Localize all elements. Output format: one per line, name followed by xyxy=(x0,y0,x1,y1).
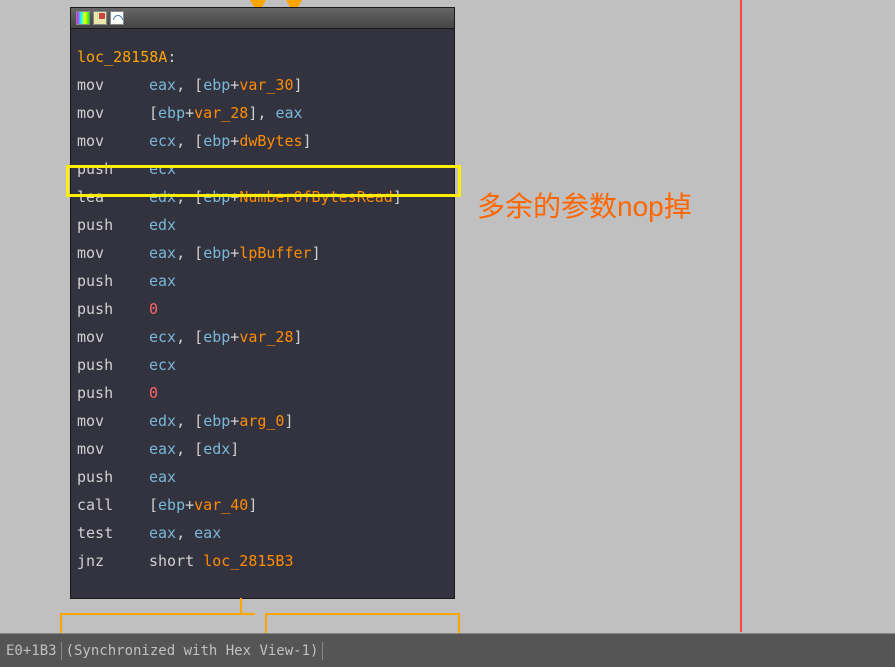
disasm-node[interactable]: loc_28158A:moveax, [ebp+var_30]mov[ebp+v… xyxy=(70,7,455,599)
status-offset: E0+1B3 xyxy=(2,642,62,660)
graph-edge-red xyxy=(740,0,742,632)
status-sync: (Synchronized with Hex View-1) xyxy=(62,642,324,660)
node-toolbar xyxy=(71,8,454,29)
annotation-text: 多余的参数nop掉 xyxy=(477,185,692,225)
flow-connectors xyxy=(60,598,460,633)
color-palette-icon[interactable] xyxy=(76,11,90,25)
status-bar: E0+1B3 (Synchronized with Hex View-1) xyxy=(0,633,895,667)
disasm-text[interactable]: loc_28158A:moveax, [ebp+var_30]mov[ebp+v… xyxy=(71,29,454,581)
graph-icon[interactable] xyxy=(110,11,124,25)
edit-icon[interactable] xyxy=(93,11,107,25)
